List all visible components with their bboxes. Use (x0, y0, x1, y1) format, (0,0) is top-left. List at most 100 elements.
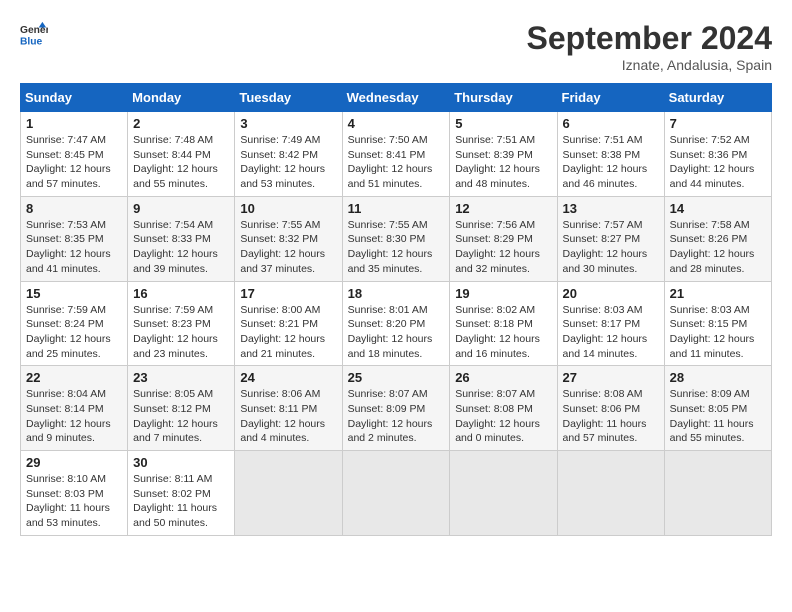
table-row (342, 451, 450, 536)
day-number: 7 (670, 116, 766, 131)
col-sunday: Sunday (21, 84, 128, 112)
day-info: Sunrise: 7:55 AM Sunset: 8:32 PM Dayligh… (240, 218, 336, 277)
calendar-table: Sunday Monday Tuesday Wednesday Thursday… (20, 83, 772, 536)
day-number: 21 (670, 286, 766, 301)
table-row: 24 Sunrise: 8:06 AM Sunset: 8:11 PM Dayli… (235, 366, 342, 451)
day-number: 27 (563, 370, 659, 385)
day-info: Sunrise: 8:06 AM Sunset: 8:11 PM Dayligh… (240, 387, 336, 446)
table-row: 2 Sunrise: 7:48 AM Sunset: 8:44 PM Daylig… (128, 112, 235, 197)
table-row: 17Sunrise: 8:00 AM Sunset: 8:21 PM Dayli… (235, 281, 342, 366)
table-row: 7 Sunrise: 7:52 AM Sunset: 8:36 PM Daylig… (664, 112, 771, 197)
col-wednesday: Wednesday (342, 84, 450, 112)
col-monday: Monday (128, 84, 235, 112)
table-row: 19 Sunrise: 8:02 AM Sunset: 8:18 PM Dayli… (450, 281, 557, 366)
table-row (450, 451, 557, 536)
location-subtitle: Iznate, Andalusia, Spain (527, 57, 772, 73)
day-number: 8 (26, 201, 122, 216)
day-info: Sunrise: 7:49 AM Sunset: 8:42 PM Dayligh… (240, 133, 336, 192)
day-number: 11 (348, 201, 445, 216)
day-number: 24 (240, 370, 336, 385)
day-info: Sunrise: 7:48 AM Sunset: 8:44 PM Dayligh… (133, 133, 229, 192)
day-info: Sunrise: 8:07 AM Sunset: 8:09 PM Dayligh… (348, 387, 445, 446)
day-number: 1 (26, 116, 122, 131)
day-info: Sunrise: 7:58 AM Sunset: 8:26 PM Dayligh… (670, 218, 766, 277)
day-number: 6 (563, 116, 659, 131)
day-info: Sunrise: 7:52 AM Sunset: 8:36 PM Dayligh… (670, 133, 766, 192)
day-info: Sunrise: 7:59 AM Sunset: 8:24 PM Dayligh… (26, 303, 122, 362)
day-info: Sunrise: 7:51 AM Sunset: 8:39 PM Dayligh… (455, 133, 551, 192)
day-number: 5 (455, 116, 551, 131)
day-info: Sunrise: 7:54 AM Sunset: 8:33 PM Dayligh… (133, 218, 229, 277)
table-row: 10 Sunrise: 7:55 AM Sunset: 8:32 PM Dayli… (235, 196, 342, 281)
table-row: 12Sunrise: 7:56 AM Sunset: 8:29 PM Dayli… (450, 196, 557, 281)
day-info: Sunrise: 7:59 AM Sunset: 8:23 PM Dayligh… (133, 303, 229, 362)
table-row: 30 Sunrise: 8:11 AM Sunset: 8:02 PM Dayli… (128, 451, 235, 536)
day-info: Sunrise: 8:03 AM Sunset: 8:17 PM Dayligh… (563, 303, 659, 362)
calendar-week-row: 15 Sunrise: 7:59 AM Sunset: 8:24 PM Dayli… (21, 281, 772, 366)
day-info: Sunrise: 8:10 AM Sunset: 8:03 PM Dayligh… (26, 472, 122, 531)
table-row: 18 Sunrise: 8:01 AM Sunset: 8:20 PM Dayli… (342, 281, 450, 366)
day-info: Sunrise: 8:02 AM Sunset: 8:18 PM Dayligh… (455, 303, 551, 362)
table-row: 9Sunrise: 7:54 AM Sunset: 8:33 PM Daylig… (128, 196, 235, 281)
col-thursday: Thursday (450, 84, 557, 112)
table-row: 22Sunrise: 8:04 AM Sunset: 8:14 PM Dayli… (21, 366, 128, 451)
table-row: 21 Sunrise: 8:03 AM Sunset: 8:15 PM Dayli… (664, 281, 771, 366)
col-tuesday: Tuesday (235, 84, 342, 112)
calendar-week-row: 22Sunrise: 8:04 AM Sunset: 8:14 PM Dayli… (21, 366, 772, 451)
day-number: 10 (240, 201, 336, 216)
col-saturday: Saturday (664, 84, 771, 112)
day-info: Sunrise: 8:03 AM Sunset: 8:15 PM Dayligh… (670, 303, 766, 362)
table-row: 16 Sunrise: 7:59 AM Sunset: 8:23 PM Dayli… (128, 281, 235, 366)
table-row: 5 Sunrise: 7:51 AM Sunset: 8:39 PM Daylig… (450, 112, 557, 197)
day-info: Sunrise: 7:55 AM Sunset: 8:30 PM Dayligh… (348, 218, 445, 277)
table-row: 28 Sunrise: 8:09 AM Sunset: 8:05 PM Dayli… (664, 366, 771, 451)
day-info: Sunrise: 8:01 AM Sunset: 8:20 PM Dayligh… (348, 303, 445, 362)
day-number: 2 (133, 116, 229, 131)
day-info: Sunrise: 8:08 AM Sunset: 8:06 PM Dayligh… (563, 387, 659, 446)
day-info: Sunrise: 7:57 AM Sunset: 8:27 PM Dayligh… (563, 218, 659, 277)
table-row: 6 Sunrise: 7:51 AM Sunset: 8:38 PM Daylig… (557, 112, 664, 197)
day-number: 23 (133, 370, 229, 385)
table-row: 8 Sunrise: 7:53 AM Sunset: 8:35 PM Daylig… (21, 196, 128, 281)
table-row: 11 Sunrise: 7:55 AM Sunset: 8:30 PM Dayli… (342, 196, 450, 281)
day-number: 20 (563, 286, 659, 301)
day-number: 25 (348, 370, 445, 385)
logo: General Blue (20, 20, 48, 48)
logo-icon: General Blue (20, 20, 48, 48)
table-row: 1 Sunrise: 7:47 AM Sunset: 8:45 PM Daylig… (21, 112, 128, 197)
day-info: Sunrise: 7:50 AM Sunset: 8:41 PM Dayligh… (348, 133, 445, 192)
calendar-week-row: 1 Sunrise: 7:47 AM Sunset: 8:45 PM Daylig… (21, 112, 772, 197)
table-row: 13Sunrise: 7:57 AM Sunset: 8:27 PM Dayli… (557, 196, 664, 281)
table-row: 14 Sunrise: 7:58 AM Sunset: 8:26 PM Dayli… (664, 196, 771, 281)
day-info: Sunrise: 8:05 AM Sunset: 8:12 PM Dayligh… (133, 387, 229, 446)
day-number: 28 (670, 370, 766, 385)
day-number: 17 (240, 286, 336, 301)
day-info: Sunrise: 7:47 AM Sunset: 8:45 PM Dayligh… (26, 133, 122, 192)
day-info: Sunrise: 7:53 AM Sunset: 8:35 PM Dayligh… (26, 218, 122, 277)
table-row: 26 Sunrise: 8:07 AM Sunset: 8:08 PM Dayli… (450, 366, 557, 451)
table-row: 20 Sunrise: 8:03 AM Sunset: 8:17 PM Dayli… (557, 281, 664, 366)
table-row: 27 Sunrise: 8:08 AM Sunset: 8:06 PM Dayli… (557, 366, 664, 451)
calendar-header-row: Sunday Monday Tuesday Wednesday Thursday… (21, 84, 772, 112)
day-number: 15 (26, 286, 122, 301)
month-title: September 2024 (527, 20, 772, 57)
day-number: 3 (240, 116, 336, 131)
table-row: 3 Sunrise: 7:49 AM Sunset: 8:42 PM Daylig… (235, 112, 342, 197)
table-row (557, 451, 664, 536)
day-info: Sunrise: 8:07 AM Sunset: 8:08 PM Dayligh… (455, 387, 551, 446)
calendar-week-row: 29 Sunrise: 8:10 AM Sunset: 8:03 PM Dayli… (21, 451, 772, 536)
day-number: 4 (348, 116, 445, 131)
day-number: 12 (455, 201, 551, 216)
day-number: 29 (26, 455, 122, 470)
day-number: 30 (133, 455, 229, 470)
day-number: 18 (348, 286, 445, 301)
day-info: Sunrise: 7:51 AM Sunset: 8:38 PM Dayligh… (563, 133, 659, 192)
day-info: Sunrise: 8:11 AM Sunset: 8:02 PM Dayligh… (133, 472, 229, 531)
day-number: 14 (670, 201, 766, 216)
table-row (235, 451, 342, 536)
svg-text:Blue: Blue (20, 36, 43, 47)
day-info: Sunrise: 8:09 AM Sunset: 8:05 PM Dayligh… (670, 387, 766, 446)
day-number: 16 (133, 286, 229, 301)
day-number: 19 (455, 286, 551, 301)
day-number: 26 (455, 370, 551, 385)
